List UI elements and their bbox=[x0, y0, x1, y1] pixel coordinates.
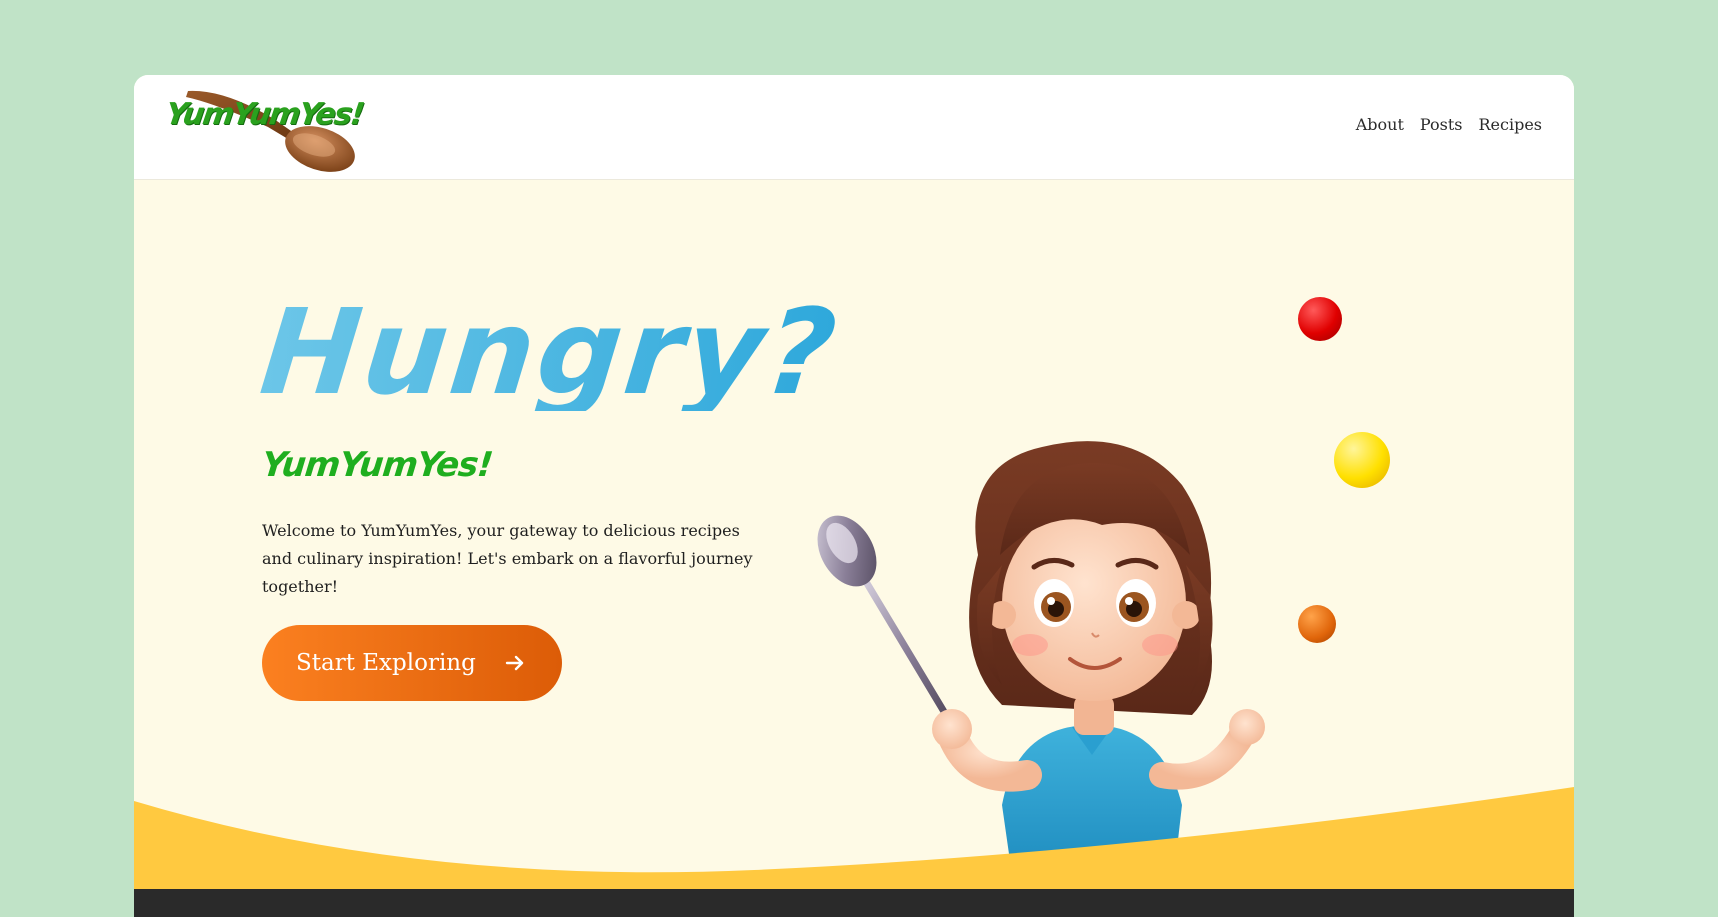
nav-link-recipes[interactable]: Recipes bbox=[1478, 115, 1542, 134]
nav-link-posts[interactable]: Posts bbox=[1420, 115, 1463, 134]
page-frame: YumYumYes! About Posts Recipes Hungry? Y… bbox=[134, 75, 1574, 917]
red-ball bbox=[1298, 297, 1342, 341]
yellow-ball bbox=[1334, 432, 1390, 488]
hero-title: Hungry? bbox=[254, 283, 846, 421]
hero-description: Welcome to YumYumYes, your gateway to de… bbox=[262, 521, 753, 596]
hero-brand-line: YumYumYes! bbox=[259, 445, 495, 485]
main-nav: About Posts Recipes bbox=[1356, 115, 1542, 134]
start-exploring-label: Start Exploring bbox=[296, 650, 476, 676]
nav-link-about[interactable]: About bbox=[1356, 115, 1404, 134]
site-header: YumYumYes! About Posts Recipes bbox=[134, 75, 1574, 180]
logo-text: YumYumYes! bbox=[163, 97, 366, 132]
site-logo[interactable]: YumYumYes! bbox=[164, 83, 374, 175]
start-exploring-button[interactable]: Start Exploring bbox=[262, 625, 562, 701]
arrow-right-icon bbox=[505, 655, 524, 671]
footer-bar bbox=[134, 889, 1574, 917]
orange-ball bbox=[1298, 605, 1336, 643]
